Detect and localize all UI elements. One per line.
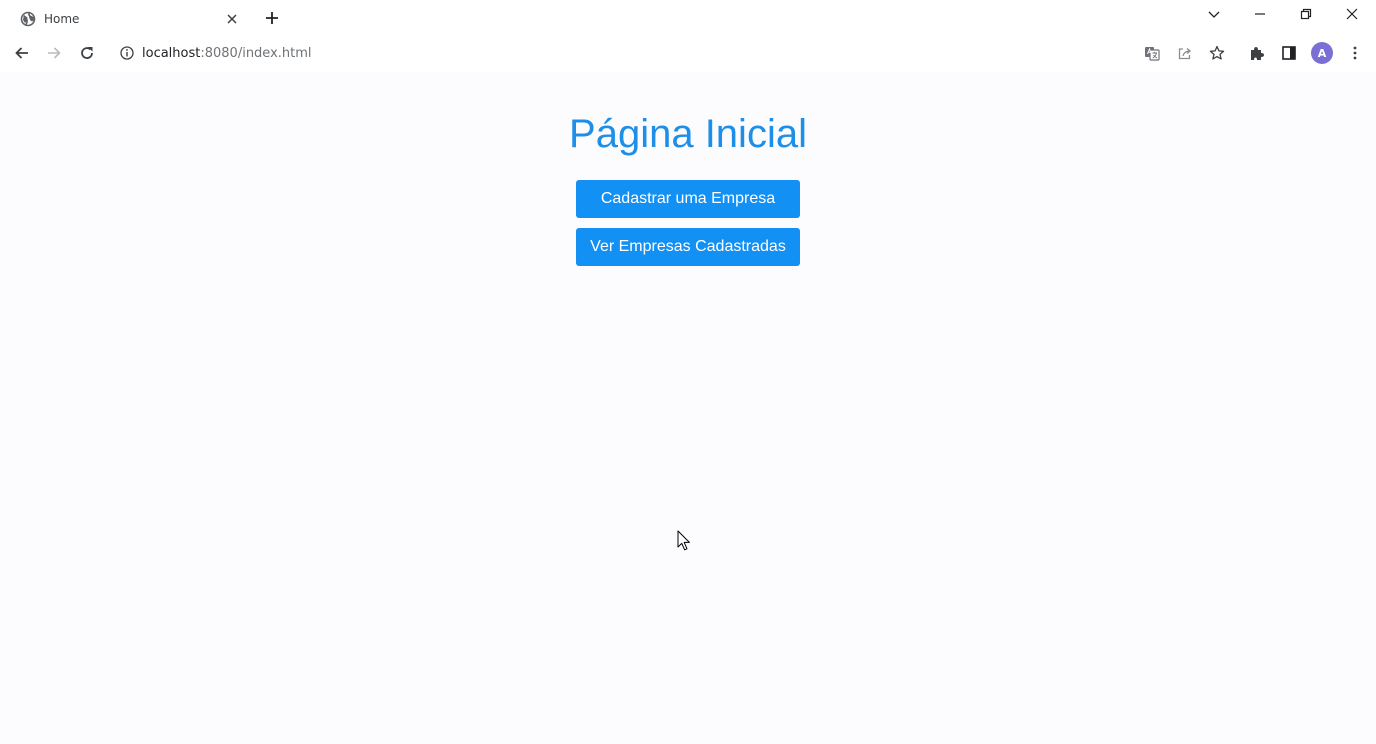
browser-window: Home localhost:8080/index.html A Página … bbox=[0, 0, 1376, 744]
side-panel-icon[interactable] bbox=[1279, 43, 1299, 63]
mouse-cursor-icon bbox=[677, 530, 691, 552]
forward-icon[interactable] bbox=[44, 43, 64, 63]
page-content: Página Inicial Cadastrar uma Empresa Ver… bbox=[0, 72, 1376, 744]
url-host: localhost bbox=[142, 45, 201, 61]
puzzle-icon[interactable] bbox=[1247, 43, 1267, 63]
kebab-menu-icon[interactable] bbox=[1345, 43, 1365, 63]
tab-strip: Home bbox=[0, 0, 1376, 34]
minimize-icon[interactable] bbox=[1250, 4, 1270, 24]
close-icon[interactable] bbox=[224, 11, 240, 27]
tab-title: Home bbox=[44, 12, 80, 26]
address-bar[interactable]: localhost:8080/index.html bbox=[108, 37, 1128, 69]
close-window-icon[interactable] bbox=[1342, 4, 1362, 24]
info-icon[interactable] bbox=[120, 46, 134, 60]
avatar[interactable]: A bbox=[1311, 42, 1333, 64]
chevron-down-icon[interactable] bbox=[1204, 4, 1224, 24]
url-text: localhost:8080/index.html bbox=[142, 46, 312, 61]
star-icon[interactable] bbox=[1207, 43, 1227, 63]
plus-icon[interactable] bbox=[262, 8, 282, 28]
page-title: Página Inicial bbox=[569, 112, 807, 156]
browser-toolbar: localhost:8080/index.html A bbox=[0, 34, 1376, 72]
translate-icon[interactable] bbox=[1142, 43, 1162, 63]
globe-icon bbox=[20, 11, 36, 27]
back-icon[interactable] bbox=[12, 43, 32, 63]
share-icon[interactable] bbox=[1175, 43, 1195, 63]
url-path: :8080/index.html bbox=[200, 45, 312, 61]
register-company-button[interactable]: Cadastrar uma Empresa bbox=[576, 180, 800, 218]
view-companies-button[interactable]: Ver Empresas Cadastradas bbox=[576, 228, 800, 266]
reload-icon[interactable] bbox=[77, 43, 97, 63]
restore-icon[interactable] bbox=[1296, 4, 1316, 24]
tab-home[interactable]: Home bbox=[8, 4, 248, 34]
